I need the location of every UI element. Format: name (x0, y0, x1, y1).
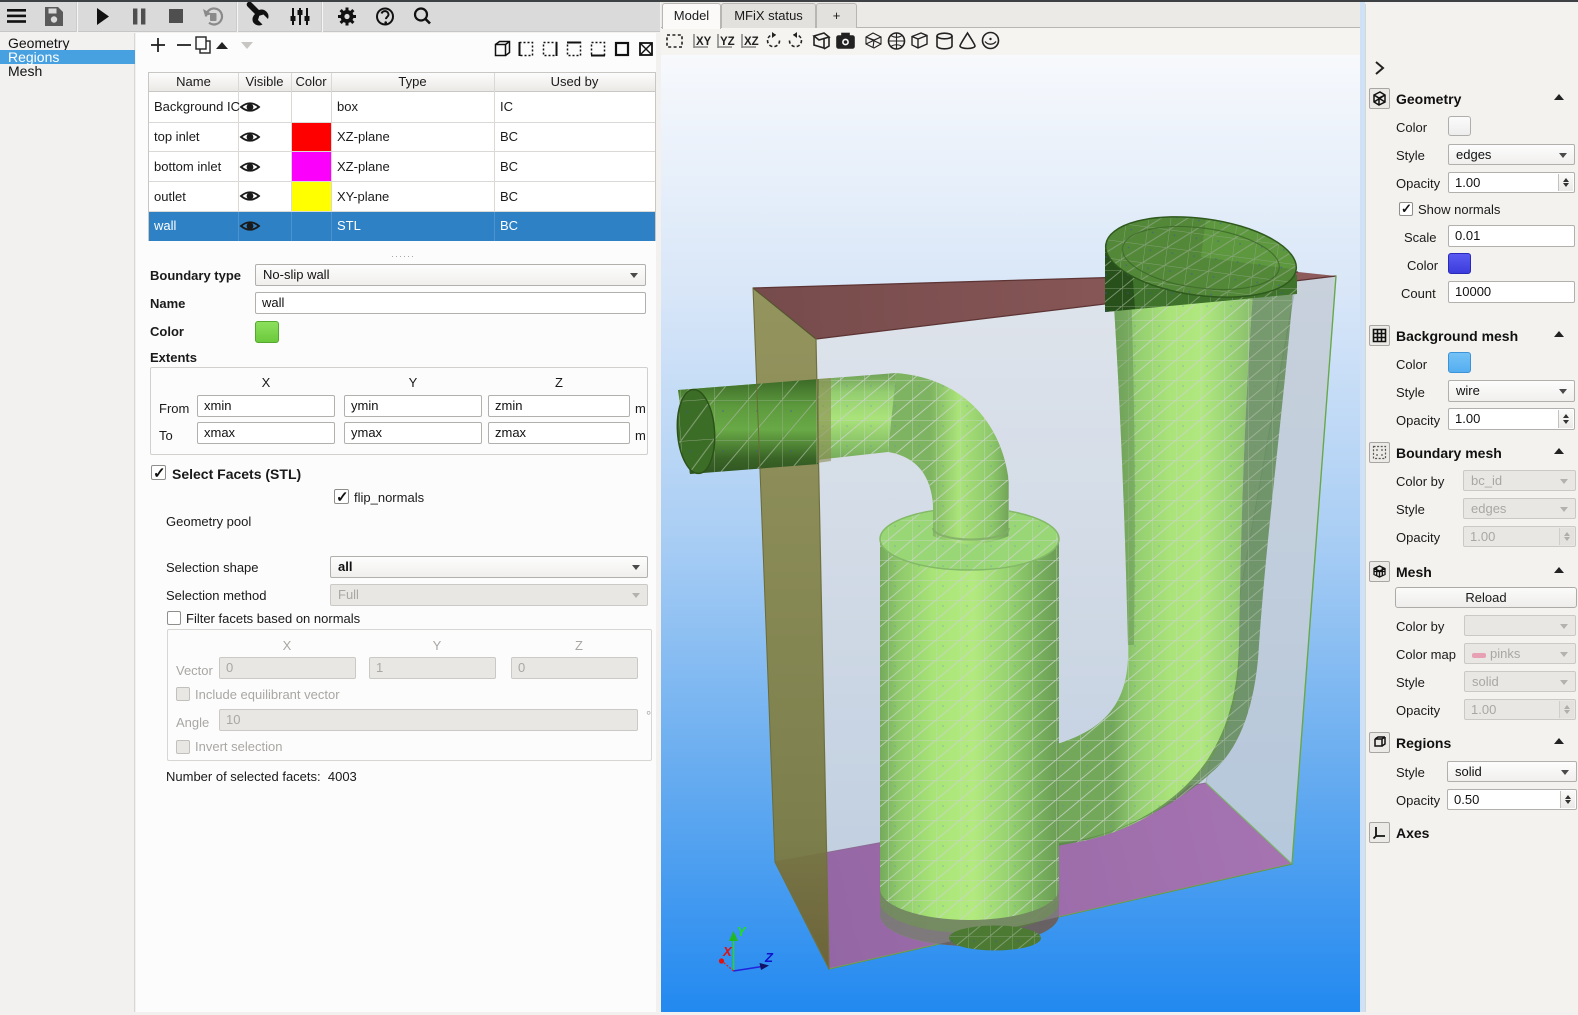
svg-text:Z: Z (764, 950, 774, 965)
svg-text:X: X (722, 944, 733, 959)
svg-text:XZ: XZ (744, 36, 759, 48)
svg-text:Y: Y (737, 924, 747, 939)
svg-text:XY: XY (696, 36, 712, 48)
svg-text:YZ: YZ (720, 36, 735, 48)
